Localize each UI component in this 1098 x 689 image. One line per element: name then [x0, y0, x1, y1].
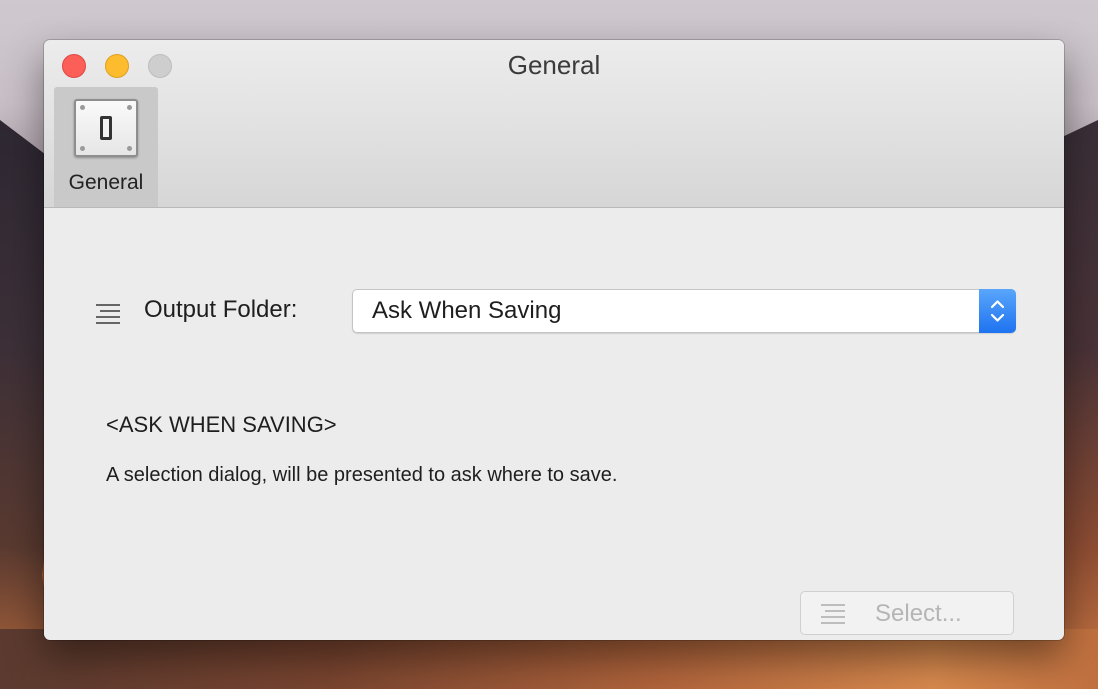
- list-icon: [96, 304, 122, 324]
- output-folder-label: Output Folder:: [144, 296, 298, 323]
- info-description: A selection dialog, will be presented to…: [106, 464, 618, 486]
- preferences-content: Output Folder: Ask When Saving <ASK WHEN…: [44, 208, 1064, 640]
- list-icon: [821, 604, 847, 624]
- toolbar-item-label: General: [68, 171, 144, 194]
- window-title: General: [507, 50, 601, 80]
- chevron-up-down-icon[interactable]: [979, 289, 1016, 333]
- select-button[interactable]: Select...: [800, 591, 1014, 635]
- preferences-window: General General Output Folder: Ask When …: [44, 40, 1064, 640]
- toolbar-item-general[interactable]: General: [54, 87, 158, 207]
- output-folder-selected-value: Ask When Saving: [372, 297, 562, 324]
- toggle-switch-icon: [74, 99, 138, 157]
- select-button-label: Select...: [875, 600, 962, 627]
- info-heading: <ASK WHEN SAVING>: [106, 412, 337, 437]
- window-titlebar-toolbar: General General: [44, 40, 1064, 208]
- output-folder-popup[interactable]: Ask When Saving: [352, 289, 1016, 333]
